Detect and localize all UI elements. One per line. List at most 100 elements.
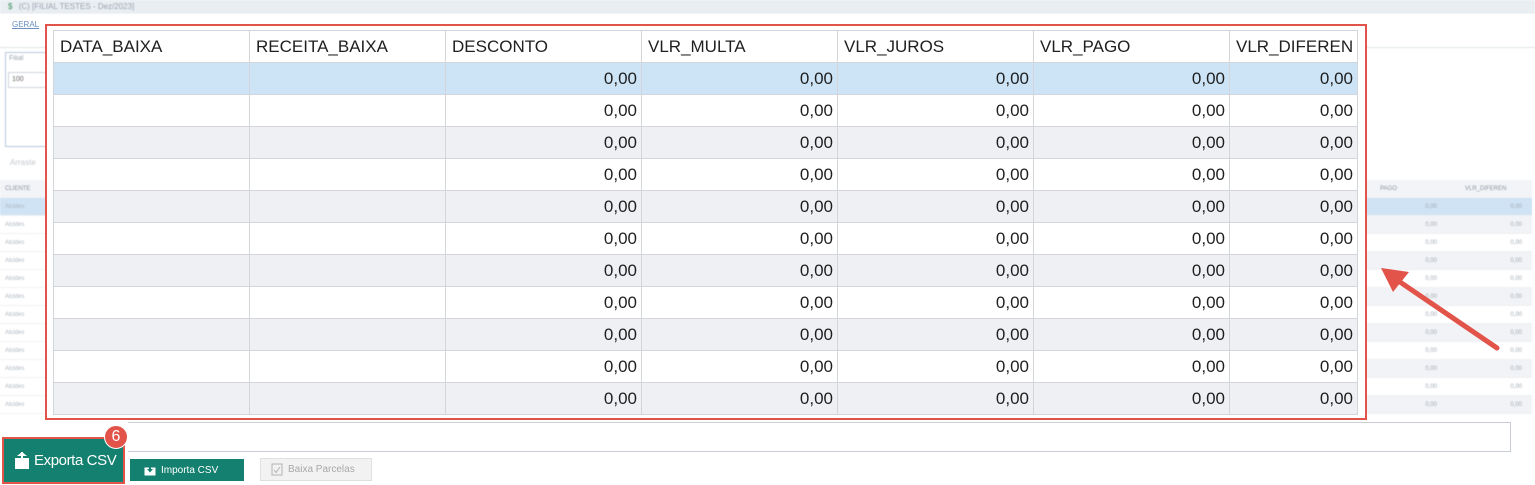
table-cell[interactable] (53, 318, 250, 351)
table-cell[interactable]: 0,00 (1229, 318, 1358, 351)
table-cell[interactable] (249, 382, 446, 415)
table-cell[interactable]: 0,00 (445, 286, 642, 319)
table-cell[interactable]: 0,00 (1229, 254, 1358, 287)
table-cell[interactable] (53, 62, 250, 95)
baixa-parcelas-button[interactable]: Baixa Parcelas (260, 458, 372, 481)
table-cell[interactable]: 0,00 (1033, 350, 1230, 383)
table-cell[interactable]: 0,00 (1229, 286, 1358, 319)
table-cell[interactable]: 0,00 (445, 254, 642, 287)
col-header-desconto[interactable]: DESCONTO (445, 30, 642, 63)
baixa-grid[interactable]: DATA_BAIXA RECEITA_BAIXA DESCONTO VLR_MU… (53, 30, 1358, 415)
table-row[interactable]: 0,00 0,00 0,00 0,00 0,00 (53, 222, 1358, 255)
table-cell[interactable]: 0,00 (1033, 158, 1230, 191)
table-cell[interactable]: 0,00 (1033, 286, 1230, 319)
table-cell[interactable]: 0,00 (641, 190, 838, 223)
table-cell[interactable]: 0,00 (1229, 62, 1358, 95)
table-cell[interactable] (53, 254, 250, 287)
table-cell[interactable] (249, 126, 446, 159)
table-cell[interactable]: 0,00 (445, 382, 642, 415)
table-cell[interactable] (249, 158, 446, 191)
table-cell[interactable] (53, 190, 250, 223)
table-cell[interactable]: 0,00 (641, 222, 838, 255)
table-cell[interactable]: 0,00 (1229, 158, 1358, 191)
table-cell[interactable] (249, 222, 446, 255)
table-cell[interactable] (53, 222, 250, 255)
table-cell[interactable]: 0,00 (1229, 126, 1358, 159)
table-cell[interactable]: 0,00 (837, 254, 1034, 287)
table-cell[interactable]: 0,00 (1033, 62, 1230, 95)
table-row[interactable]: 0,00 0,00 0,00 0,00 0,00 (53, 126, 1358, 159)
table-cell[interactable] (249, 254, 446, 287)
table-cell[interactable] (249, 286, 446, 319)
table-cell[interactable]: 0,00 (641, 62, 838, 95)
table-cell[interactable]: 0,00 (1229, 382, 1358, 415)
table-cell[interactable]: 0,00 (445, 158, 642, 191)
table-cell[interactable]: 0,00 (837, 158, 1034, 191)
table-cell[interactable]: 0,00 (641, 254, 838, 287)
col-header-vlr-multa[interactable]: VLR_MULTA (641, 30, 838, 63)
table-cell[interactable]: 0,00 (1033, 190, 1230, 223)
import-csv-button[interactable]: Importa CSV (130, 459, 244, 481)
table-cell[interactable]: 0,00 (641, 158, 838, 191)
filial-input[interactable]: 100 (8, 72, 50, 88)
col-header-vlr-juros[interactable]: VLR_JUROS (837, 30, 1034, 63)
table-cell[interactable]: 0,00 (1033, 126, 1230, 159)
table-cell[interactable]: 0,00 (445, 126, 642, 159)
table-row[interactable]: 0,00 0,00 0,00 0,00 0,00 (53, 350, 1358, 383)
table-row[interactable]: 0,00 0,00 0,00 0,00 0,00 (53, 382, 1358, 415)
table-cell[interactable]: 0,00 (1033, 254, 1230, 287)
table-cell[interactable]: 0,00 (641, 382, 838, 415)
table-cell[interactable] (249, 94, 446, 127)
table-cell[interactable]: 0,00 (837, 62, 1034, 95)
table-cell[interactable] (249, 350, 446, 383)
table-cell[interactable] (53, 94, 250, 127)
table-row[interactable]: 0,00 0,00 0,00 0,00 0,00 (53, 286, 1358, 319)
table-cell[interactable]: 0,00 (837, 286, 1034, 319)
tab-geral[interactable]: GERAL (12, 20, 39, 29)
table-cell[interactable] (53, 382, 250, 415)
table-cell[interactable]: 0,00 (641, 318, 838, 351)
col-header-receita-baixa[interactable]: RECEITA_BAIXA (249, 30, 446, 63)
table-row[interactable]: 0,00 0,00 0,00 0,00 0,00 (53, 62, 1358, 95)
col-header-vlr-diferen[interactable]: VLR_DIFEREN (1229, 30, 1358, 63)
table-cell[interactable]: 0,00 (837, 222, 1034, 255)
table-cell[interactable]: 0,00 (1033, 382, 1230, 415)
table-cell[interactable]: 0,00 (445, 190, 642, 223)
table-cell[interactable] (53, 350, 250, 383)
table-cell[interactable] (53, 126, 250, 159)
table-row[interactable]: 0,00 0,00 0,00 0,00 0,00 (53, 190, 1358, 223)
table-cell[interactable]: 0,00 (837, 318, 1034, 351)
table-cell[interactable]: 0,00 (641, 126, 838, 159)
table-cell[interactable] (53, 286, 250, 319)
table-cell[interactable]: 0,00 (1229, 222, 1358, 255)
table-cell[interactable]: 0,00 (837, 126, 1034, 159)
table-cell[interactable]: 0,00 (837, 350, 1034, 383)
table-cell[interactable]: 0,00 (641, 286, 838, 319)
table-cell[interactable]: 0,00 (445, 62, 642, 95)
table-cell[interactable] (249, 62, 446, 95)
table-row[interactable]: 0,00 0,00 0,00 0,00 0,00 (53, 254, 1358, 287)
col-header-data-baixa[interactable]: DATA_BAIXA (53, 30, 250, 63)
table-cell[interactable] (249, 190, 446, 223)
table-cell[interactable]: 0,00 (1033, 318, 1230, 351)
table-cell[interactable]: 0,00 (1229, 94, 1358, 127)
col-header-vlr-pago[interactable]: VLR_PAGO (1033, 30, 1230, 63)
table-cell[interactable]: 0,00 (837, 94, 1034, 127)
table-cell[interactable]: 0,00 (1229, 350, 1358, 383)
table-cell[interactable]: 0,00 (641, 94, 838, 127)
table-row[interactable]: 0,00 0,00 0,00 0,00 0,00 (53, 318, 1358, 351)
table-cell[interactable]: 0,00 (1033, 94, 1230, 127)
table-row[interactable]: 0,00 0,00 0,00 0,00 0,00 (53, 94, 1358, 127)
table-row[interactable]: 0,00 0,00 0,00 0,00 0,00 (53, 158, 1358, 191)
table-cell[interactable]: 0,00 (641, 350, 838, 383)
table-cell[interactable]: 0,00 (445, 350, 642, 383)
table-cell[interactable]: 0,00 (1033, 222, 1230, 255)
table-cell[interactable]: 0,00 (445, 318, 642, 351)
table-cell[interactable]: 0,00 (445, 222, 642, 255)
table-cell[interactable] (53, 158, 250, 191)
table-cell[interactable] (249, 318, 446, 351)
table-cell[interactable]: 0,00 (1229, 190, 1358, 223)
table-cell[interactable]: 0,00 (445, 94, 642, 127)
table-cell[interactable]: 0,00 (837, 382, 1034, 415)
table-cell[interactable]: 0,00 (837, 190, 1034, 223)
